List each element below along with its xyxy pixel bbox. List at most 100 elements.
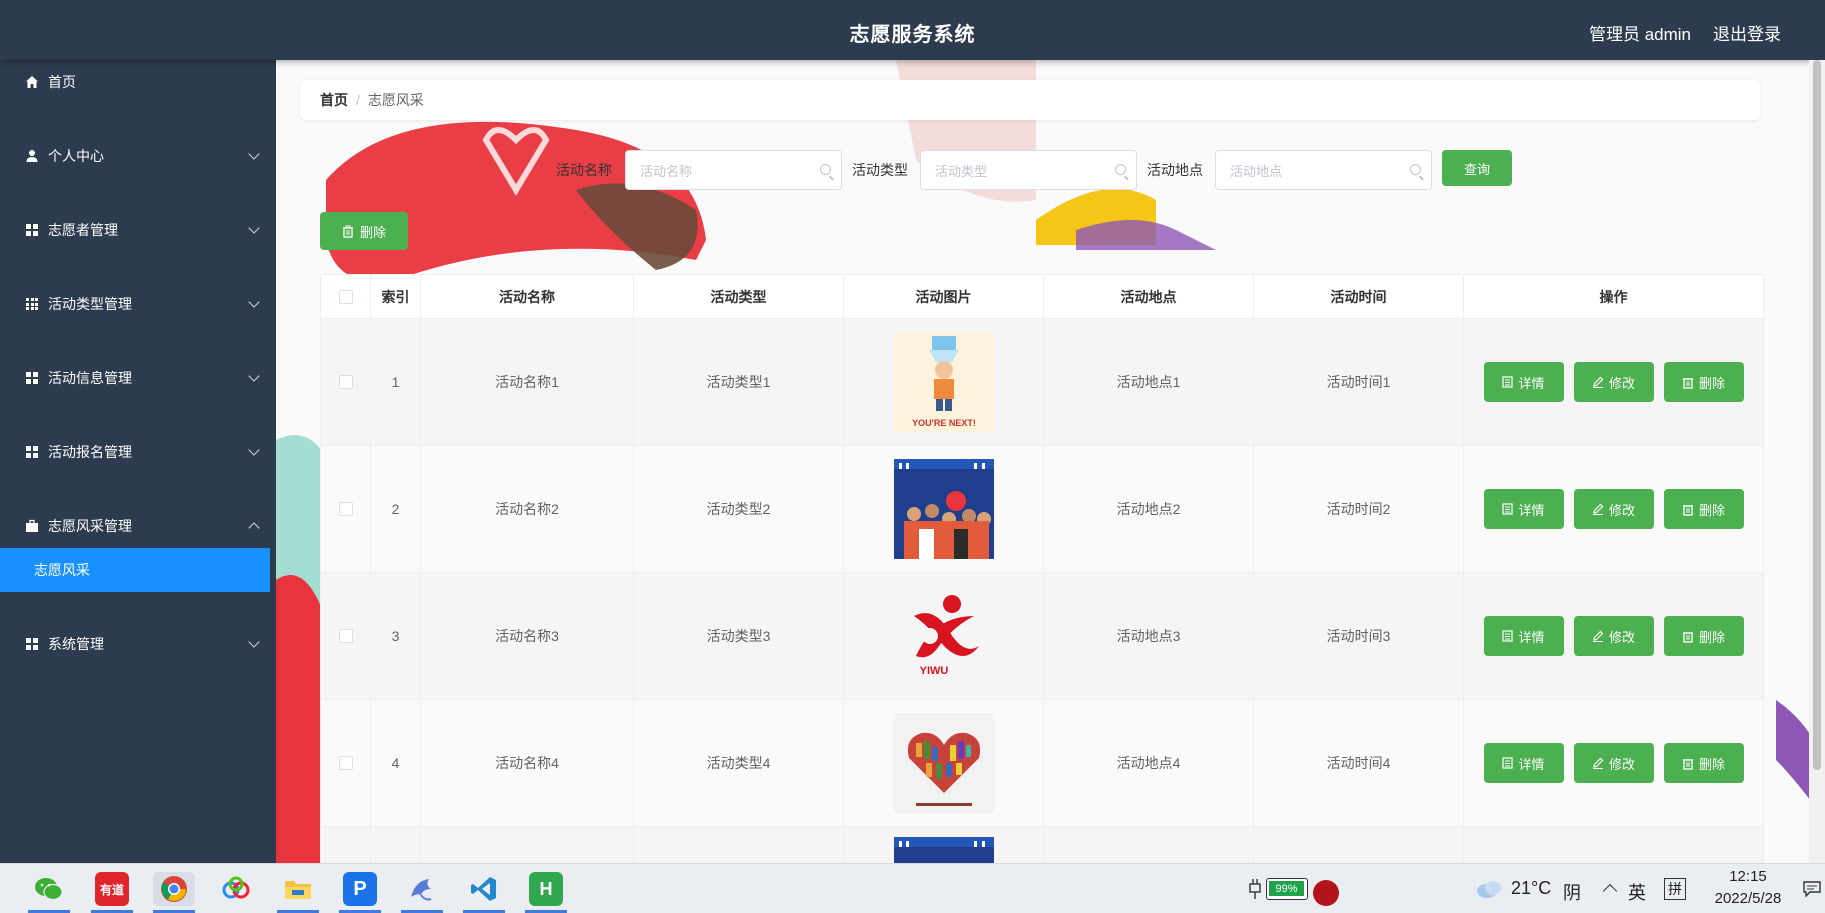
scrollbar-thumb[interactable]	[1813, 60, 1821, 770]
chrome-icon[interactable]	[153, 872, 195, 906]
pencil-icon	[1592, 503, 1604, 515]
delete-button[interactable]: 删除	[1663, 362, 1744, 402]
grid-icon	[24, 222, 40, 238]
edit-button[interactable]: 修改	[1573, 616, 1654, 656]
row-checkbox[interactable]	[338, 375, 353, 389]
pencil-icon	[1592, 630, 1604, 642]
row-checkbox[interactable]	[338, 756, 353, 770]
row-checkbox[interactable]	[338, 502, 353, 516]
image-caption-text: YIWU	[919, 665, 948, 677]
edit-button[interactable]: 修改	[1573, 489, 1654, 529]
antivirus-tray-icon[interactable]	[1313, 880, 1339, 906]
chevron-up-icon	[248, 522, 260, 534]
user-icon	[24, 148, 40, 164]
detail-label: 详情	[1518, 502, 1545, 518]
notification-icon[interactable]	[1803, 881, 1821, 900]
breadcrumb-home[interactable]: 首页	[320, 90, 348, 110]
table-header: 索引 活动名称 活动类型 活动图片 活动地点 活动时间 操作	[321, 275, 1763, 319]
logout-link[interactable]: 退出登录	[1713, 20, 1781, 45]
trash-icon	[1682, 757, 1694, 770]
sidebar-item-activity-signup-mgmt[interactable]: 活动报名管理	[0, 430, 276, 474]
sidebar-item-activity-type-mgmt[interactable]: 活动类型管理	[0, 282, 276, 326]
input-language-en[interactable]: 英	[1628, 879, 1646, 905]
header-name: 活动名称	[421, 275, 634, 318]
row-type: 活动类型2	[634, 446, 844, 572]
sidebar-item-activity-info-mgmt[interactable]: 活动信息管理	[0, 356, 276, 400]
ice-bucket-challenge-image[interactable]: YOU'RE NEXT!	[893, 332, 994, 432]
delete-button[interactable]: 删除	[1663, 743, 1744, 783]
header-time: 活动时间	[1254, 275, 1464, 318]
admin-user-label[interactable]: 管理员 admin	[1589, 20, 1691, 45]
edit-button[interactable]: 修改	[1573, 743, 1654, 783]
query-button[interactable]: 查询	[1442, 150, 1512, 186]
book-heart-image[interactable]	[893, 713, 994, 813]
delete-label: 删除	[1698, 756, 1725, 772]
table-row	[321, 827, 1763, 863]
clock-date[interactable]: 2022/5/28	[1700, 890, 1796, 907]
file-explorer-icon[interactable]	[281, 872, 315, 906]
delete-button[interactable]: 删除	[1663, 489, 1744, 529]
activity-place-input[interactable]: 活动地点	[1215, 150, 1432, 190]
edit-label: 修改	[1608, 502, 1635, 518]
sidebar-item-personal-center[interactable]: 个人中心	[0, 134, 276, 178]
trash-icon	[1682, 630, 1694, 643]
tray-expand-icon[interactable]	[1602, 883, 1618, 899]
activity-name-input[interactable]: 活动名称	[625, 150, 842, 190]
header-image: 活动图片	[844, 275, 1044, 318]
page-scrollbar[interactable]	[1809, 60, 1825, 863]
grid-icon	[24, 370, 40, 386]
header-index: 索引	[371, 275, 421, 318]
row-checkbox[interactable]	[338, 629, 353, 643]
volunteer-group-photo[interactable]	[893, 837, 994, 863]
windows-taskbar: 有道 P H 99% 21°C 阴 英 拼 12:15 2022/5/28	[0, 863, 1825, 913]
table-row: 3 活动名称3 活动类型3 YIWU 活动地点3 活动时间3 详情 修改 删除	[321, 573, 1763, 700]
bulk-delete-label: 删除	[359, 224, 386, 240]
sidebar-item-system-mgmt[interactable]: 系统管理	[0, 622, 276, 666]
row-time: 活动时间4	[1254, 700, 1464, 826]
baidu-netdisk-icon[interactable]	[219, 872, 253, 906]
p-app-icon[interactable]: P	[343, 872, 377, 906]
delete-label: 删除	[1698, 629, 1725, 645]
input-method-pinyin[interactable]: 拼	[1664, 878, 1686, 900]
yiwu-logo[interactable]: YIWU	[893, 586, 994, 686]
row-index: 1	[371, 319, 421, 445]
weather-description: 阴	[1563, 883, 1581, 903]
dolphin-app-icon[interactable]	[405, 872, 439, 906]
hbuilder-icon[interactable]: H	[529, 872, 563, 906]
sidebar-item-volunteer-style-mgmt[interactable]: 志愿风采管理	[0, 504, 276, 548]
chevron-down-icon	[248, 444, 260, 456]
activity-type-input[interactable]: 活动类型	[920, 150, 1137, 190]
sidebar-item-home[interactable]: 首页	[0, 60, 276, 104]
bulk-delete-button[interactable]: 删除	[320, 212, 408, 250]
table-row: 4 活动名称4 活动类型4 活动地点4 活动时间4 详情 修改 删除	[321, 700, 1763, 827]
row-place: 活动地点4	[1044, 700, 1254, 826]
clock-time[interactable]: 12:15	[1708, 868, 1788, 885]
detail-button[interactable]: 详情	[1483, 743, 1564, 783]
row-type: 活动类型3	[634, 573, 844, 699]
document-icon	[1502, 376, 1514, 388]
edit-button[interactable]: 修改	[1573, 362, 1654, 402]
cloud-weather-icon[interactable]	[1475, 878, 1503, 903]
chevron-down-icon	[248, 222, 260, 234]
sidebar-item-volunteer-mgmt[interactable]: 志愿者管理	[0, 208, 276, 252]
activity-table: 索引 活动名称 活动类型 活动图片 活动地点 活动时间 操作 1 活动名称1 活…	[320, 274, 1764, 863]
header-select-all[interactable]	[321, 275, 371, 318]
activity-name-label: 活动名称	[556, 162, 612, 178]
trash-icon	[1682, 503, 1694, 516]
row-name: 活动名称3	[421, 573, 634, 699]
detail-button[interactable]: 详情	[1483, 616, 1564, 656]
wechat-icon[interactable]	[32, 872, 66, 906]
trash-icon	[342, 225, 354, 238]
battery-indicator[interactable]: 99%	[1266, 878, 1308, 900]
sidebar-subitem-volunteer-style[interactable]: 志愿风采	[0, 548, 270, 592]
sidebar-item-label: 活动报名管理	[48, 444, 132, 460]
header-type: 活动类型	[634, 275, 844, 318]
detail-button[interactable]: 详情	[1483, 362, 1564, 402]
delete-button[interactable]: 删除	[1663, 616, 1744, 656]
volunteer-group-photo[interactable]	[893, 459, 994, 559]
activity-type-label: 活动类型	[852, 162, 908, 178]
detail-button[interactable]: 详情	[1483, 489, 1564, 529]
youdao-icon[interactable]: 有道	[95, 872, 129, 906]
select-all-checkbox[interactable]	[338, 289, 353, 304]
vscode-icon[interactable]	[467, 872, 501, 906]
